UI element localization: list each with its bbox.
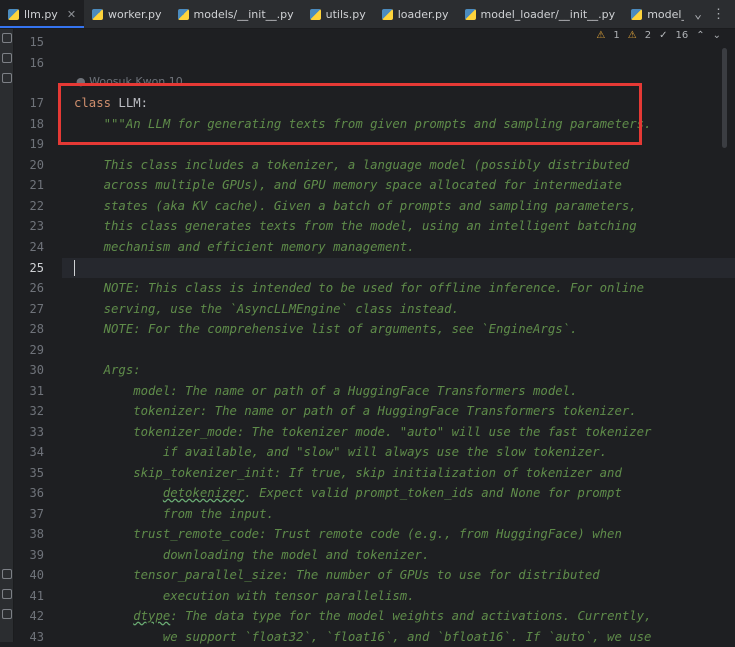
python-file-icon — [8, 8, 19, 20]
code-line: from the input. — [74, 507, 274, 521]
tab-loader-py[interactable]: loader.py — [374, 0, 457, 28]
code-line: NOTE: For the comprehensive list of argu… — [74, 322, 578, 336]
line-number: 20 — [29, 158, 44, 172]
line-number: 15 — [29, 35, 44, 49]
line-number: 21 — [29, 178, 44, 192]
line-number: 30 — [29, 363, 44, 377]
code-line: this class generates texts from the mode… — [74, 219, 637, 233]
code-line: serving, use the `AsyncLLMEngine` class … — [74, 302, 459, 316]
code-line: dtype: The data type for the model weigh… — [133, 609, 652, 623]
code-line: tensor_parallel_size: The number of GPUs… — [74, 568, 600, 582]
more-options-icon[interactable]: ⋮ — [712, 7, 725, 22]
text-caret — [74, 260, 75, 276]
code-line: tokenizer_mode: The tokenizer mode. "aut… — [74, 425, 652, 439]
code-line: This class includes a tokenizer, a langu… — [74, 158, 630, 172]
line-number: 33 — [29, 425, 44, 439]
tab-llm-py[interactable]: llm.py ✕ — [0, 0, 85, 28]
line-number: 22 — [29, 199, 44, 213]
line-number: 31 — [29, 384, 44, 398]
weak-warning-icon: ⚠ — [627, 30, 637, 41]
python-file-icon — [92, 8, 104, 20]
line-number-current: 25 — [29, 261, 44, 275]
line-number: 38 — [29, 527, 44, 541]
python-file-icon — [381, 8, 393, 20]
code-line: trust_remote_code: Trust remote code (e.… — [74, 527, 622, 541]
line-number: 39 — [29, 548, 44, 562]
inspection-widget[interactable]: ⚠ 1 ⚠ 2 ✓ 16 ⌃ ⌄ — [596, 30, 721, 41]
line-number: 28 — [29, 322, 44, 336]
line-number: 24 — [29, 240, 44, 254]
code-line: downloading the model and tokenizer. — [74, 548, 430, 562]
line-number: 37 — [29, 507, 44, 521]
python-file-icon — [309, 8, 321, 20]
line-number: 23 — [29, 219, 44, 233]
close-icon[interactable]: ✕ — [67, 8, 76, 21]
typo-highlight: dtype — [133, 609, 171, 623]
current-line-highlight — [62, 258, 735, 278]
code-line: Args: — [74, 363, 141, 377]
code-line: NOTE: This class is intended to be used … — [74, 281, 645, 295]
tab-model-loader-init[interactable]: model_loader/__init__.py — [457, 0, 624, 28]
tab-list-chevron-icon[interactable]: ⌄ — [694, 7, 702, 22]
tab-utils-py[interactable]: utils.py — [302, 0, 374, 28]
tab-models-init[interactable]: models/__init__.py — [170, 0, 302, 28]
tab-bar-actions: ⌄ ⋮ — [684, 0, 735, 28]
code-line: model: The name or path of a HuggingFace… — [74, 384, 578, 398]
line-number: 35 — [29, 466, 44, 480]
tab-worker-py[interactable]: worker.py — [84, 0, 170, 28]
code-line: skip_tokenizer_init: If true, skip initi… — [74, 466, 622, 480]
code-line: mechanism and efficient memory managemen… — [74, 240, 415, 254]
code-line: if available, and "slow" will always use… — [74, 445, 608, 459]
line-number: 27 — [29, 302, 44, 316]
line-number: 17 — [29, 96, 44, 110]
line-number: 34 — [29, 445, 44, 459]
python-file-icon — [177, 8, 189, 20]
python-file-icon — [464, 8, 476, 20]
line-number: 36 — [29, 486, 44, 500]
line-number: 32 — [29, 404, 44, 418]
line-number: 43 — [29, 630, 44, 644]
line-number: 29 — [29, 343, 44, 357]
line-number: 42 — [29, 609, 44, 623]
chevron-up-icon[interactable]: ⌃ — [696, 30, 704, 41]
typo-highlight: detokenizer — [162, 486, 245, 500]
code-line: execution with tensor parallelism. — [74, 589, 415, 603]
warning-icon: ⚠ — [596, 30, 606, 41]
chevron-down-icon[interactable]: ⌄ — [713, 30, 721, 41]
line-number: 40 — [29, 568, 44, 582]
line-number: 19 — [29, 137, 44, 151]
annotation-highlight-box — [58, 83, 642, 145]
vertical-scrollbar[interactable] — [722, 48, 727, 148]
code-line: detokenizer. Expect valid prompt_token_i… — [162, 486, 622, 500]
python-file-icon — [631, 8, 643, 20]
code-line: states (aka KV cache). Given a batch of … — [74, 199, 637, 213]
line-number: 41 — [29, 589, 44, 603]
line-number: 26 — [29, 281, 44, 295]
code-line: we support `float32`, `float16`, and `bf… — [74, 630, 652, 644]
code-line: tokenizer: The name or path of a Hugging… — [74, 404, 637, 418]
code-line: across multiple GPUs), and GPU memory sp… — [74, 178, 622, 192]
typo-check-icon: ✓ — [659, 30, 668, 41]
editor-tab-bar: llm.py ✕ worker.py models/__init__.py uti… — [0, 0, 735, 29]
line-number: 18 — [29, 117, 44, 131]
line-number: 16 — [29, 56, 44, 70]
